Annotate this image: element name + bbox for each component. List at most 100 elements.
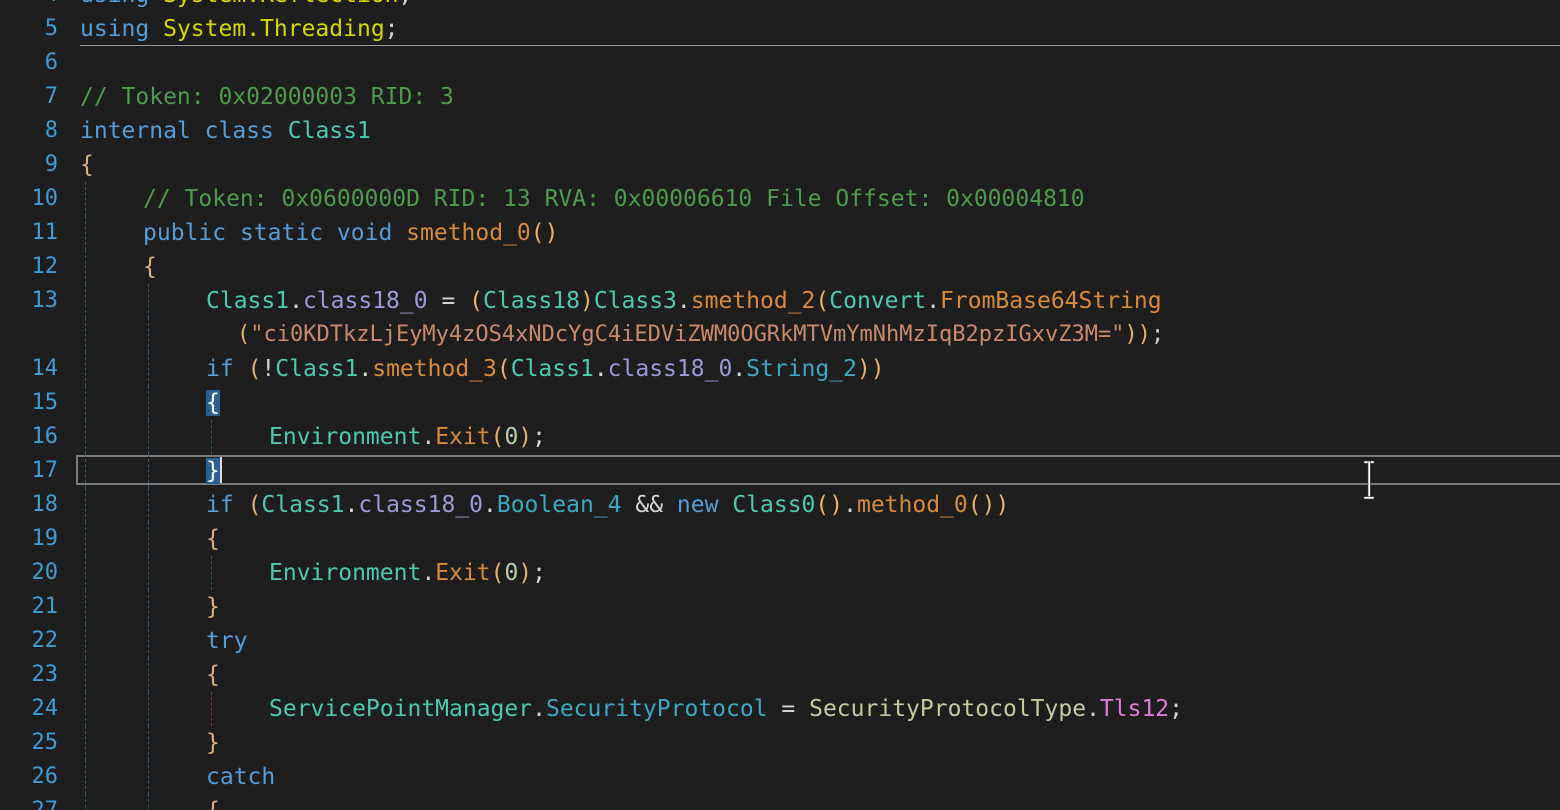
code-line[interactable]: 5 using System.Threading; — [0, 12, 1560, 46]
token-punct: ; — [1169, 696, 1184, 722]
indent-guide — [148, 284, 149, 318]
indent-guide — [85, 726, 86, 760]
code-line[interactable]: 19 { — [0, 522, 1560, 556]
indent-guide — [85, 624, 86, 658]
token-property: String_2 — [746, 356, 857, 382]
code-line[interactable]: 8 internal class Class1 — [0, 114, 1560, 148]
token-keyword: internal — [80, 118, 191, 144]
token-paren: ( — [247, 356, 262, 382]
token-operator: = — [441, 288, 456, 314]
line-number: 24 — [31, 696, 59, 721]
token-keyword: if — [206, 492, 234, 518]
indent-guide — [85, 386, 86, 420]
token-paren: ) — [518, 560, 533, 586]
indent-guide — [85, 318, 86, 352]
token-paren: ) — [518, 424, 533, 450]
line-content: ("ci0KDTkzLjEyMy4zOS4xNDcYgC4iEDViZWM0OG… — [237, 318, 1164, 352]
line-number: 21 — [31, 594, 59, 619]
line-number: 4 — [0, 0, 58, 12]
token-keyword: catch — [206, 764, 276, 790]
token-punct: ; — [532, 560, 547, 586]
token-punct: . — [421, 424, 436, 450]
indent-guide — [211, 692, 212, 726]
token-paren: ( — [496, 356, 511, 382]
token-paren: )) — [856, 356, 885, 382]
code-line[interactable]: 15 { — [0, 386, 1560, 420]
line-number: 10 — [31, 186, 59, 211]
token-type: ServicePointManager — [269, 696, 533, 722]
code-line[interactable]: 12 { — [0, 250, 1560, 284]
indent-guide — [85, 182, 86, 216]
code-line-wrapped[interactable]: ("ci0KDTkzLjEyMy4zOS4xNDcYgC4iEDViZWM0OG… — [0, 318, 1560, 352]
line-content: ServicePointManager.SecurityProtocol = S… — [269, 692, 1183, 726]
indent-guide — [148, 692, 149, 726]
code-line[interactable]: 11 public static void smethod_0() — [0, 216, 1560, 250]
token-namespace: System.Reflection — [163, 0, 398, 8]
token-punct: ; — [532, 424, 547, 450]
token-punct: . — [358, 356, 373, 382]
code-line[interactable]: 9 { — [0, 148, 1560, 182]
code-line-current[interactable]: 17 } — [0, 454, 1560, 488]
code-line[interactable]: 16 Environment.Exit(0); — [0, 420, 1560, 454]
code-line[interactable]: 7 // Token: 0x02000003 RID: 3 — [0, 80, 1560, 114]
token-brace: { — [143, 254, 157, 280]
token-paren: ( — [469, 288, 484, 314]
token-punct: ; — [384, 16, 399, 42]
token-type: Class1 — [275, 356, 359, 382]
token-method: smethod_3 — [372, 356, 497, 382]
code-line[interactable]: 4 using System.Reflection; — [0, 0, 1560, 12]
token-property: Boolean_4 — [496, 492, 622, 518]
token-type: Class1 — [261, 492, 345, 518]
token-operator: = — [781, 696, 796, 722]
code-line[interactable]: 18 if (Class1.class18_0.Boolean_4 && new… — [0, 488, 1560, 522]
token-punct: . — [344, 492, 359, 518]
token-keyword: void — [336, 220, 393, 246]
line-number: 18 — [31, 492, 59, 517]
token-operator: ! — [261, 356, 276, 382]
token-punct: . — [926, 288, 941, 314]
code-line[interactable]: 10 // Token: 0x0600000D RID: 13 RVA: 0x0… — [0, 182, 1560, 216]
token-method: Exit — [435, 560, 491, 586]
token-type: Class1 — [206, 288, 290, 314]
indent-guide — [148, 624, 149, 658]
code-line[interactable]: 20 Environment.Exit(0); — [0, 556, 1560, 590]
text-caret — [219, 457, 222, 483]
code-line[interactable]: 13 Class1.class18_0 = (Class18)Class3.sm… — [0, 284, 1560, 318]
indent-guide — [85, 352, 86, 386]
indent-guide — [148, 658, 149, 692]
code-line[interactable]: 22 try — [0, 624, 1560, 658]
code-editor[interactable]: 4 using System.Reflection; 5 using Syste… — [0, 0, 1560, 810]
matched-brace-open: { — [206, 390, 220, 416]
line-content: } — [206, 454, 222, 488]
indent-guide — [148, 386, 149, 420]
token-string: "ci0KDTkzLjEyMy4zOS4xNDcYgC4iEDViZWM0OGR… — [250, 322, 1125, 347]
indent-guide — [85, 216, 86, 250]
code-line[interactable]: 25 } — [0, 726, 1560, 760]
token-enum-type: SecurityProtocolType — [809, 696, 1087, 722]
indent-guide — [148, 454, 149, 488]
token-keyword: static — [239, 220, 324, 246]
code-line[interactable]: 14 if (!Class1.smethod_3(Class1.class18_… — [0, 352, 1560, 386]
code-line[interactable]: 24 ServicePointManager.SecurityProtocol … — [0, 692, 1560, 726]
code-line[interactable]: 26 catch — [0, 760, 1560, 794]
indent-guide — [85, 250, 86, 284]
code-line[interactable]: 23 { — [0, 658, 1560, 692]
indent-guide — [85, 760, 86, 794]
line-number: 12 — [31, 254, 59, 279]
token-paren: () — [530, 220, 559, 246]
token-punct: . — [676, 288, 691, 314]
code-line[interactable]: 27 { — [0, 794, 1560, 810]
code-line[interactable]: 21 } — [0, 590, 1560, 624]
token-type: Class1 — [510, 356, 594, 382]
code-surface[interactable]: 4 using System.Reflection; 5 using Syste… — [0, 0, 1560, 810]
line-number: 13 — [31, 288, 59, 313]
token-type: Class18 — [483, 288, 580, 314]
token-punct: . — [1086, 696, 1100, 722]
token-keyword: if — [206, 356, 234, 382]
line-content: { — [206, 386, 220, 420]
token-keyword: using — [80, 16, 150, 42]
code-line[interactable]: 6 — [0, 46, 1560, 80]
token-field: class18_0 — [358, 492, 483, 518]
token-paren: ( — [490, 560, 505, 586]
token-paren: ()) — [967, 492, 1010, 518]
